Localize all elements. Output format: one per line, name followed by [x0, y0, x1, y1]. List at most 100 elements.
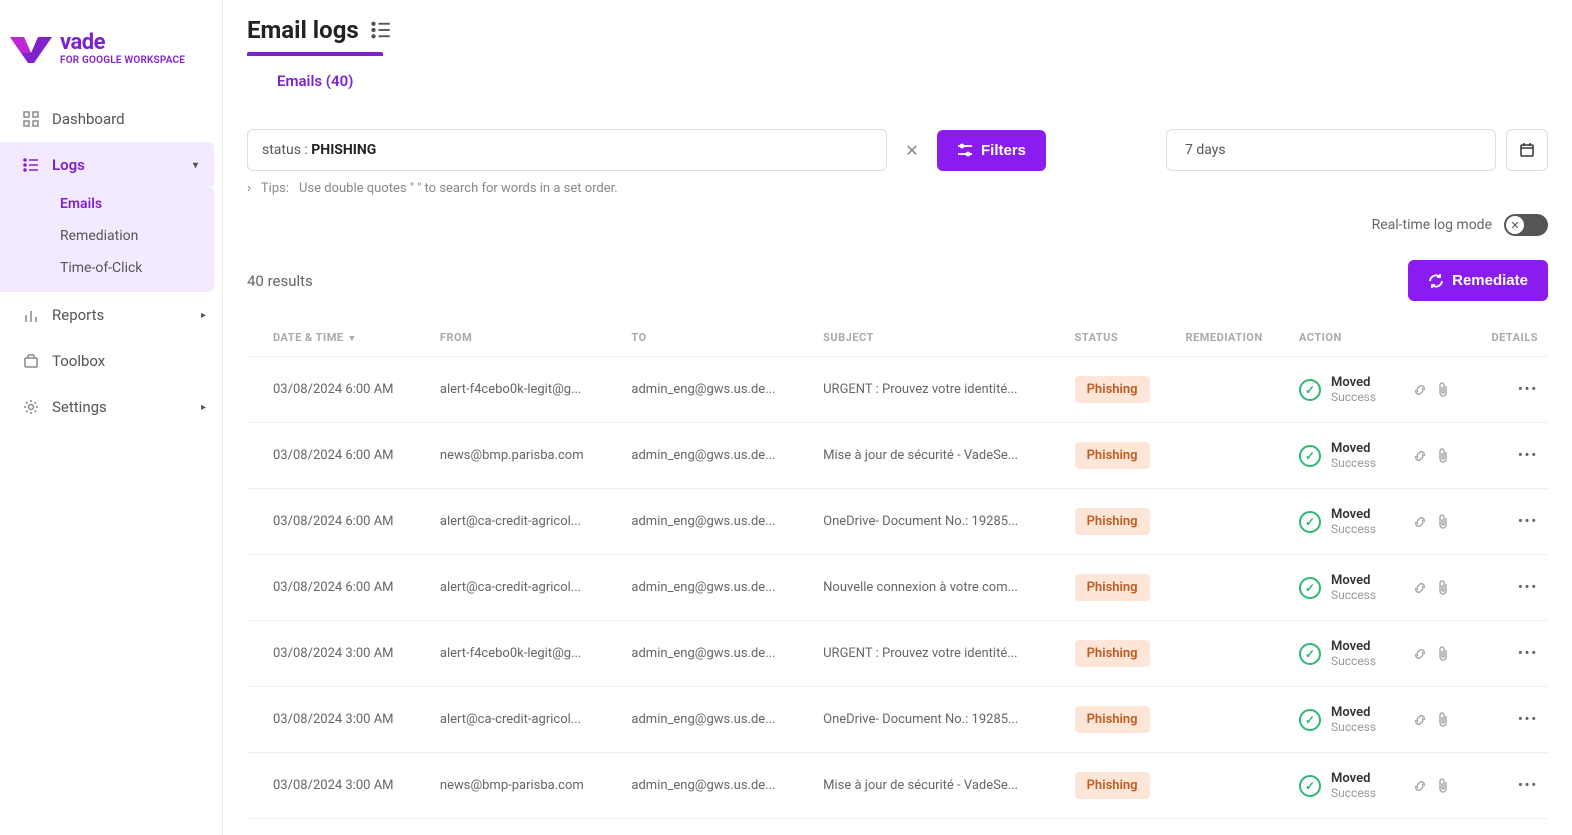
cell-subject: Mise à jour de sécurité - VadeSe...	[813, 753, 1064, 819]
cell-action: ✓ Moved Success	[1289, 555, 1402, 621]
refresh-icon	[1428, 273, 1444, 289]
brand-subtitle: FOR GOOGLE WORKSPACE	[60, 55, 185, 66]
cell-remediation	[1176, 753, 1289, 819]
sidebar-item-label: Logs	[52, 156, 85, 174]
table-row[interactable]: 03/08/2024 3:00 AM news@bmp-parisba.com …	[247, 753, 1548, 819]
more-icon: •••	[1518, 382, 1538, 397]
action-subtitle: Success	[1331, 456, 1376, 470]
cell-action: ✓ Moved Success	[1289, 489, 1402, 555]
row-details-button[interactable]: •••	[1470, 555, 1548, 621]
page-title: Email logs	[247, 16, 359, 44]
col-action[interactable]: ACTION	[1289, 319, 1402, 357]
col-subject[interactable]: SUBJECT	[813, 319, 1064, 357]
link-icon	[1412, 382, 1428, 398]
more-icon: •••	[1518, 514, 1538, 529]
cell-remediation	[1176, 555, 1289, 621]
action-subtitle: Success	[1331, 390, 1376, 404]
sidebar-item-reports[interactable]: Reports ▸	[0, 292, 222, 338]
sidebar-item-settings[interactable]: Settings ▸	[0, 384, 222, 430]
clear-search-button[interactable]: ✕	[897, 141, 927, 160]
action-title: Moved	[1331, 639, 1376, 654]
sidebar-subitem-remediation[interactable]: Remediation	[0, 220, 214, 252]
date-range-select[interactable]: 7 days	[1166, 129, 1496, 171]
sidebar-item-dashboard[interactable]: Dashboard	[0, 96, 222, 142]
cell-subject: OneDrive- Document No.: 19285...	[813, 489, 1064, 555]
row-details-button[interactable]: •••	[1470, 621, 1548, 687]
action-title: Moved	[1331, 771, 1376, 786]
cell-to: admin_eng@gws.us.de...	[621, 687, 813, 753]
status-badge: Phishing	[1075, 376, 1150, 403]
row-details-button[interactable]: •••	[1470, 357, 1548, 423]
status-badge: Phishing	[1075, 508, 1150, 535]
sidebar-subitem-emails[interactable]: Emails	[0, 188, 214, 220]
check-circle-icon: ✓	[1299, 379, 1321, 401]
tips-label: Tips:	[261, 181, 289, 196]
table-row[interactable]: 03/08/2024 3:00 AM alert@ca-credit-agric…	[247, 687, 1548, 753]
more-icon: •••	[1518, 778, 1538, 793]
sidebar-item-logs[interactable]: Logs ▾	[0, 142, 214, 188]
close-icon: ✕	[905, 141, 918, 160]
cell-to: admin_eng@gws.us.de...	[621, 555, 813, 621]
cell-from: alert@ca-credit-agricol...	[430, 687, 622, 753]
row-details-button[interactable]: •••	[1470, 687, 1548, 753]
action-subtitle: Success	[1331, 720, 1376, 734]
action-title: Moved	[1331, 441, 1376, 456]
sidebar-item-label: Reports	[52, 306, 104, 324]
action-subtitle: Success	[1331, 522, 1376, 536]
sidebar-item-toolbox[interactable]: Toolbox	[0, 338, 222, 384]
attachment-icon	[1436, 514, 1450, 530]
attachment-icon	[1436, 448, 1450, 464]
cell-attachments	[1402, 687, 1470, 753]
link-icon	[1412, 448, 1428, 464]
sliders-icon	[957, 142, 973, 158]
col-remediation[interactable]: REMEDIATION	[1176, 319, 1289, 357]
row-details-button[interactable]: •••	[1470, 423, 1548, 489]
check-circle-icon: ✓	[1299, 445, 1321, 467]
col-from[interactable]: FROM	[430, 319, 622, 357]
cell-date: 03/08/2024 6:00 AM	[247, 423, 430, 489]
cell-status: Phishing	[1065, 621, 1176, 687]
action-subtitle: Success	[1331, 786, 1376, 800]
cell-action: ✓ Moved Success	[1289, 357, 1402, 423]
sidebar: vade FOR GOOGLE WORKSPACE Dashboard Logs…	[0, 0, 223, 835]
col-date[interactable]: DATE & TIME▼	[247, 319, 430, 357]
row-details-button[interactable]: •••	[1470, 753, 1548, 819]
col-to[interactable]: TO	[621, 319, 813, 357]
action-title: Moved	[1331, 375, 1376, 390]
action-subtitle: Success	[1331, 588, 1376, 602]
cell-from: alert@ca-credit-agricol...	[430, 555, 622, 621]
check-circle-icon: ✓	[1299, 643, 1321, 665]
cell-remediation	[1176, 423, 1289, 489]
cell-subject: Mise à jour de sécurité - VadeSe...	[813, 423, 1064, 489]
cell-date: 03/08/2024 3:00 AM	[247, 687, 430, 753]
calendar-button[interactable]	[1506, 129, 1548, 171]
table-row[interactable]: 03/08/2024 6:00 AM alert-f4cebo0k-legit@…	[247, 357, 1548, 423]
filters-button[interactable]: Filters	[937, 130, 1046, 171]
cell-from: alert-f4cebo0k-legit@g...	[430, 621, 622, 687]
search-value: PHISHING	[311, 142, 376, 158]
cell-subject: URGENT : Prouvez votre identité...	[813, 357, 1064, 423]
cell-to: admin_eng@gws.us.de...	[621, 621, 813, 687]
table-row[interactable]: 03/08/2024 3:00 AM alert-f4cebo0k-legit@…	[247, 621, 1548, 687]
search-input[interactable]: status : PHISHING	[247, 129, 887, 171]
tab-emails[interactable]: Emails (40)	[247, 52, 383, 104]
col-details[interactable]: DETAILS	[1470, 319, 1548, 357]
remediate-button-label: Remediate	[1452, 272, 1528, 289]
cell-attachments	[1402, 753, 1470, 819]
table-row[interactable]: 03/08/2024 6:00 AM alert@ca-credit-agric…	[247, 489, 1548, 555]
close-icon: ✕	[1506, 216, 1524, 234]
action-title: Moved	[1331, 507, 1376, 522]
table-row[interactable]: 03/08/2024 6:00 AM alert@ca-credit-agric…	[247, 555, 1548, 621]
more-icon: •••	[1518, 712, 1538, 727]
col-status[interactable]: STATUS	[1065, 319, 1176, 357]
cell-action: ✓ Moved Success	[1289, 423, 1402, 489]
more-icon: •••	[1518, 646, 1538, 661]
cell-to: admin_eng@gws.us.de...	[621, 423, 813, 489]
realtime-toggle[interactable]: ✕	[1504, 214, 1548, 236]
chevron-right-icon: ›	[247, 181, 251, 196]
row-details-button[interactable]: •••	[1470, 489, 1548, 555]
email-logs-table: DATE & TIME▼ FROM TO SUBJECT STATUS REME…	[247, 319, 1548, 819]
sidebar-subitem-timeofclick[interactable]: Time-of-Click	[0, 252, 214, 284]
table-row[interactable]: 03/08/2024 6:00 AM news@bmp.parisba.com …	[247, 423, 1548, 489]
remediate-button[interactable]: Remediate	[1408, 260, 1548, 301]
